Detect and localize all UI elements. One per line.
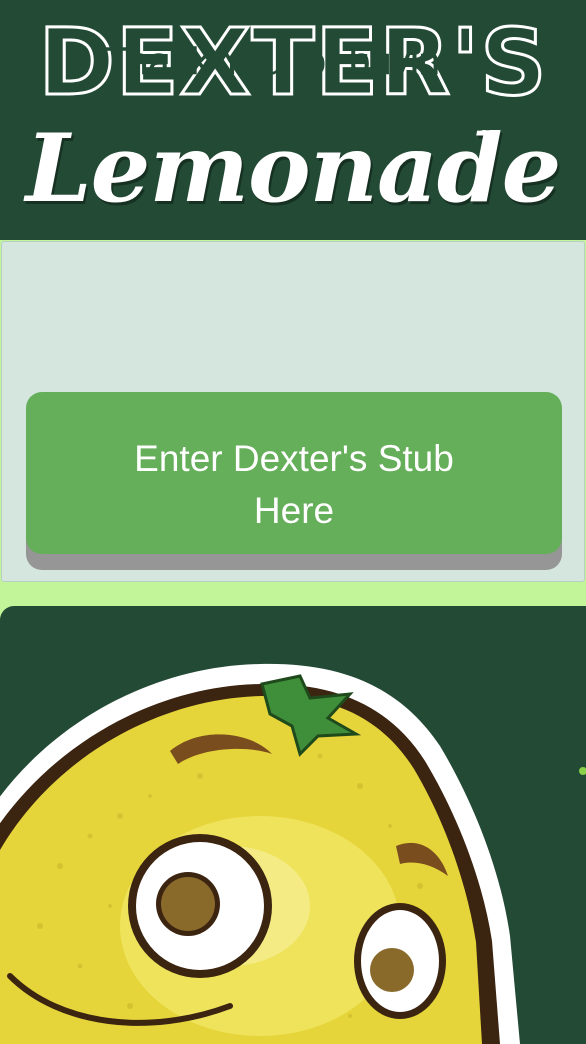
stub-button-label-line-2: Here <box>253 490 335 531</box>
thank-you-line-2: Have a Good Day ahead ! <box>73 97 513 140</box>
thank-you-line-1: Thank You for buying ! <box>103 41 483 84</box>
hero-banner <box>0 606 586 1044</box>
stub-button-label-line-1: Enter Dexter's Stub <box>134 438 454 479</box>
thank-you-message: Thank You for buying ! Have a Good Day a… <box>0 34 586 146</box>
lemon-mascot-icon <box>0 663 586 1044</box>
enter-stub-button[interactable]: Enter Dexter's Stub Here <box>26 392 562 554</box>
